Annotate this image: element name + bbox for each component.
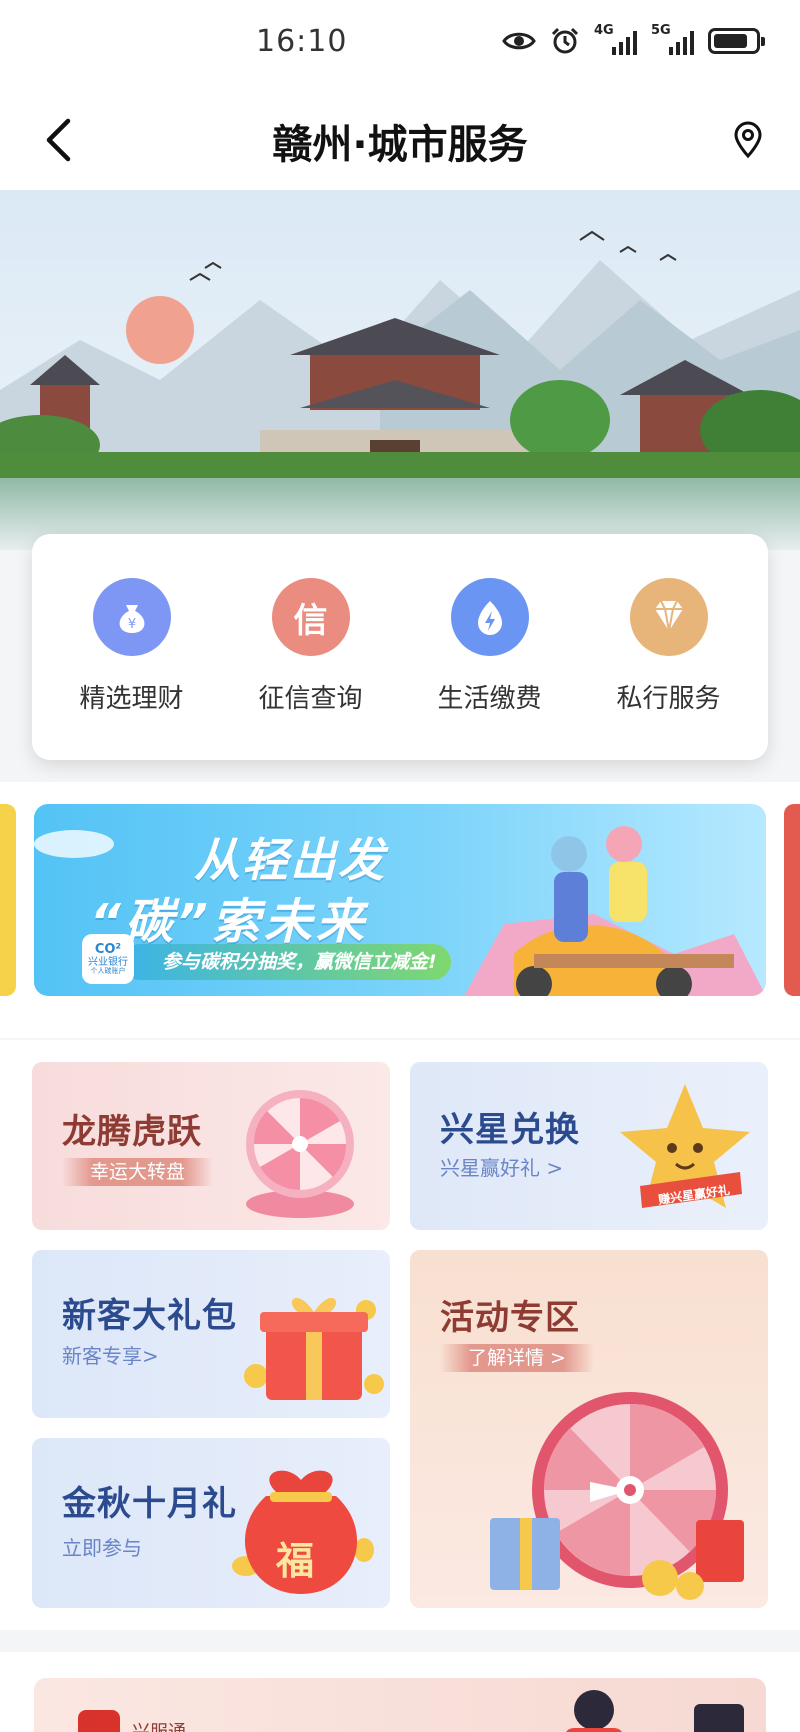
svg-text:¥: ¥ — [127, 617, 135, 632]
battery-icon — [708, 28, 765, 54]
location-pin-icon — [734, 121, 762, 159]
lucky-bag-glyph: 福 — [275, 1539, 314, 1583]
service-label: 私行服务 — [616, 684, 721, 714]
status-time: 16:10 — [256, 24, 348, 59]
tile-pill: 了解详情 > — [440, 1344, 594, 1372]
gift-box-icon — [244, 1297, 384, 1400]
carbon-promo-banner[interactable]: 从轻出发 “碳”索未来 参与碳积分抽奖，赢微信立减金! CO² 兴业银行 个人碳… — [34, 804, 766, 996]
money-bag-icon: ¥ — [92, 578, 171, 656]
logo-account: 个人碳账户 — [90, 966, 126, 975]
bottom-promo-card[interactable]: 兴服通 — [34, 1678, 766, 1732]
logo-co2: CO² — [94, 941, 122, 957]
city-banner[interactable] — [0, 190, 800, 550]
city-landscape-image — [0, 190, 800, 550]
bottom-brand-name: 兴服通 — [132, 1718, 186, 1732]
carousel-next-peek[interactable] — [784, 804, 800, 996]
tile-subtitle: 兴星赢好礼 > — [440, 1156, 564, 1180]
service-private-banking[interactable]: 私行服务 — [584, 578, 754, 760]
service-utilities[interactable]: 生活缴费 — [405, 578, 575, 760]
tile-title: 金秋十月礼 — [62, 1484, 237, 1524]
credit-icon: 信 — [271, 578, 350, 656]
alarm-icon — [551, 27, 579, 54]
page-title: 赣州·城市服务 — [272, 122, 528, 168]
service-label: 生活缴费 — [437, 684, 542, 714]
person-illustration — [566, 1690, 744, 1732]
service-wealth[interactable]: ¥ 精选理财 — [47, 578, 217, 760]
status-bar: 16:10 4G 5G — [0, 0, 800, 90]
tile-title: 活动专区 — [440, 1298, 580, 1338]
tile-title: 兴星兑换 — [440, 1110, 580, 1150]
eye-icon — [502, 32, 536, 50]
lightning-icon — [450, 578, 529, 656]
prize-wheel-large-icon — [490, 1392, 744, 1600]
bottom-brand-logo — [78, 1710, 120, 1732]
location-button[interactable] — [722, 114, 774, 166]
carousel-prev-peek[interactable] — [0, 804, 16, 996]
promo-caption: 参与碳积分抽奖，赢微信立减金! — [122, 944, 451, 980]
signal-4g-icon: 4G — [594, 23, 637, 55]
tile-star-exchange[interactable]: 兴星兑换 兴星赢好礼 > 赚兴星赢好礼 — [410, 1062, 768, 1230]
tile-title: 新客大礼包 — [62, 1296, 237, 1336]
tile-activity-zone[interactable]: 活动专区 了解详情 > — [410, 1250, 768, 1608]
status-icons: 4G 5G — [502, 23, 765, 56]
bank-carbon-logo: CO² 兴业银行 个人碳账户 — [82, 934, 134, 984]
diamond-icon — [629, 578, 708, 656]
tile-pill: 幸运大转盘 — [62, 1158, 214, 1186]
credit-glyph: 信 — [293, 600, 328, 641]
tile-subtitle: 立即参与 — [62, 1536, 142, 1560]
service-label: 精选理财 — [79, 684, 184, 714]
service-label: 征信查询 — [258, 684, 363, 714]
promo-headline: 从轻出发 — [194, 833, 386, 887]
tile-title: 龙腾虎跃 — [62, 1112, 202, 1152]
services-card: ¥ 精选理财 信 征信查询 生活缴费 私行服务 — [32, 534, 768, 760]
tile-subtitle: 新客专享> — [62, 1344, 159, 1368]
tile-lucky-wheel[interactable]: 龙腾虎跃 幸运大转盘 — [32, 1062, 390, 1230]
tile-newcomer-gift[interactable]: 新客大礼包 新客专享> — [32, 1250, 390, 1418]
service-credit[interactable]: 信 征信查询 — [226, 578, 396, 760]
prize-wheel-icon — [246, 1090, 354, 1218]
tile-autumn-gift[interactable]: 金秋十月礼 立即参与 福 — [32, 1438, 390, 1608]
header: 赣州·城市服务 — [0, 90, 800, 190]
signal-5g-icon: 5G — [651, 23, 694, 55]
